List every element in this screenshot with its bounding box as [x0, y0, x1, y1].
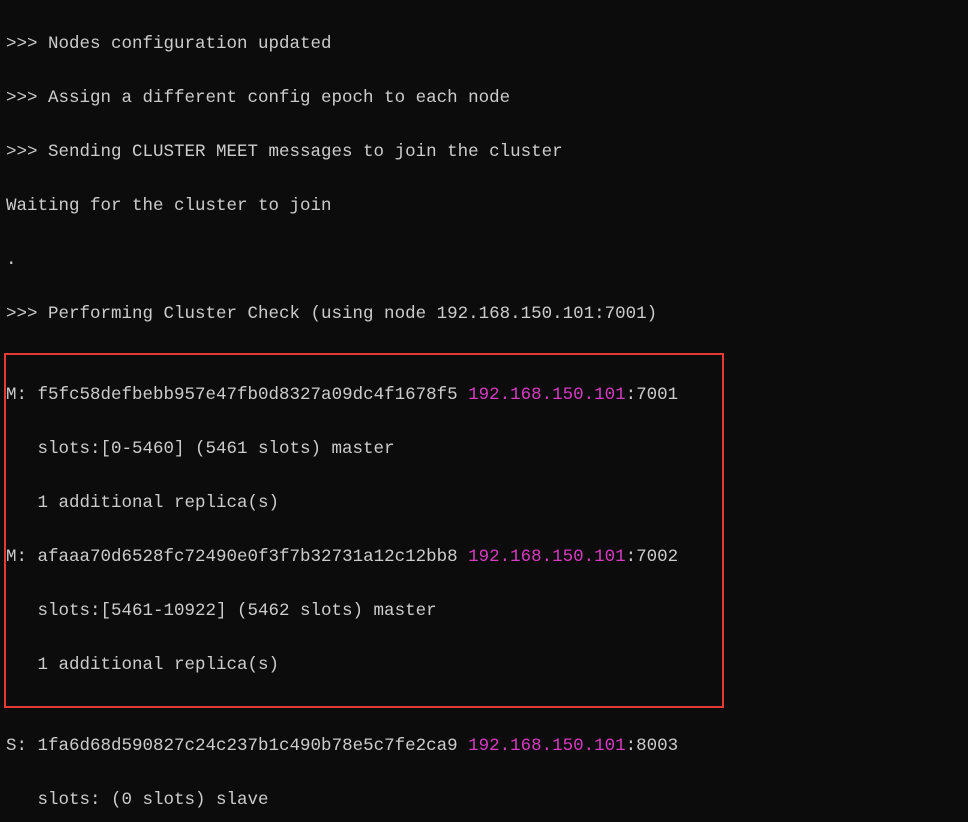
node-extra: 1 additional replica(s) — [6, 490, 722, 517]
output-line: >>> Nodes configuration updated — [6, 31, 962, 58]
node-port: :8003 — [626, 736, 679, 756]
node-slots: slots:[5461-10922] (5462 slots) master — [6, 598, 722, 625]
node-line: S: 1fa6d68d590827c24c237b1c490b78e5c7fe2… — [6, 733, 962, 760]
node-port: :7001 — [626, 385, 679, 405]
node-slots: slots:[0-5460] (5461 slots) master — [6, 436, 722, 463]
node-role: S: — [6, 736, 38, 756]
node-role: M: — [6, 385, 38, 405]
node-id: f5fc58defbebb957e47fb0d8327a09dc4f1678f5 — [38, 385, 469, 405]
output-line: . — [6, 247, 962, 274]
output-line: >>> Performing Cluster Check (using node… — [6, 301, 962, 328]
node-extra: 1 additional replica(s) — [6, 652, 722, 679]
node-slots: slots: (0 slots) slave — [6, 787, 962, 814]
node-id: 1fa6d68d590827c24c237b1c490b78e5c7fe2ca9 — [38, 736, 469, 756]
node-ip: 192.168.150.101 — [468, 547, 626, 567]
output-line: >>> Assign a different config epoch to e… — [6, 85, 962, 112]
output-line: >>> Sending CLUSTER MEET messages to joi… — [6, 139, 962, 166]
output-line: Waiting for the cluster to join — [6, 193, 962, 220]
master-nodes-highlight-1: M: f5fc58defbebb957e47fb0d8327a09dc4f167… — [4, 353, 724, 708]
node-ip: 192.168.150.101 — [468, 736, 626, 756]
node-line: M: afaaa70d6528fc72490e0f3f7b32731a12c12… — [6, 544, 722, 571]
node-id: afaaa70d6528fc72490e0f3f7b32731a12c12bb8 — [38, 547, 469, 567]
node-port: :7002 — [626, 547, 679, 567]
node-role: M: — [6, 547, 38, 567]
terminal-output: >>> Nodes configuration updated >>> Assi… — [0, 0, 968, 822]
node-ip: 192.168.150.101 — [468, 385, 626, 405]
node-line: M: f5fc58defbebb957e47fb0d8327a09dc4f167… — [6, 382, 722, 409]
